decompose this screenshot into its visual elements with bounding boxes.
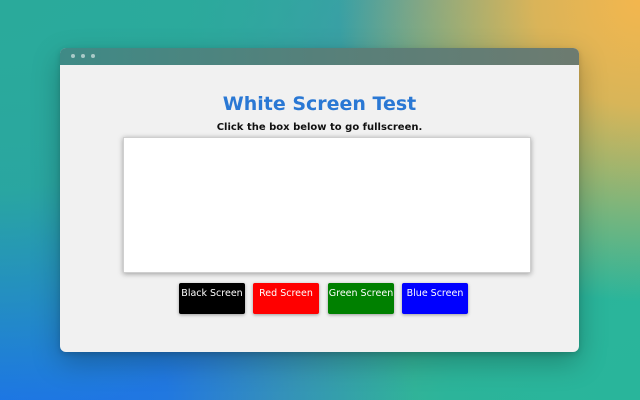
browser-window: White Screen Test Click the box below to… — [60, 48, 579, 352]
blue-screen-button[interactable]: Blue Screen — [402, 283, 468, 314]
green-screen-button[interactable]: Green Screen — [328, 283, 394, 314]
page-subtitle: Click the box below to go fullscreen. — [216, 122, 423, 133]
fullscreen-white-box[interactable] — [123, 137, 531, 273]
red-screen-button[interactable]: Red Screen — [253, 283, 319, 314]
window-control-dot[interactable] — [71, 54, 75, 58]
window-titlebar — [60, 48, 579, 65]
page-title: White Screen Test — [222, 93, 417, 115]
black-screen-button[interactable]: Black Screen — [179, 283, 245, 314]
page-content: White Screen Test Click the box below to… — [60, 65, 579, 352]
window-control-dot[interactable] — [91, 54, 95, 58]
window-control-dot[interactable] — [81, 54, 85, 58]
